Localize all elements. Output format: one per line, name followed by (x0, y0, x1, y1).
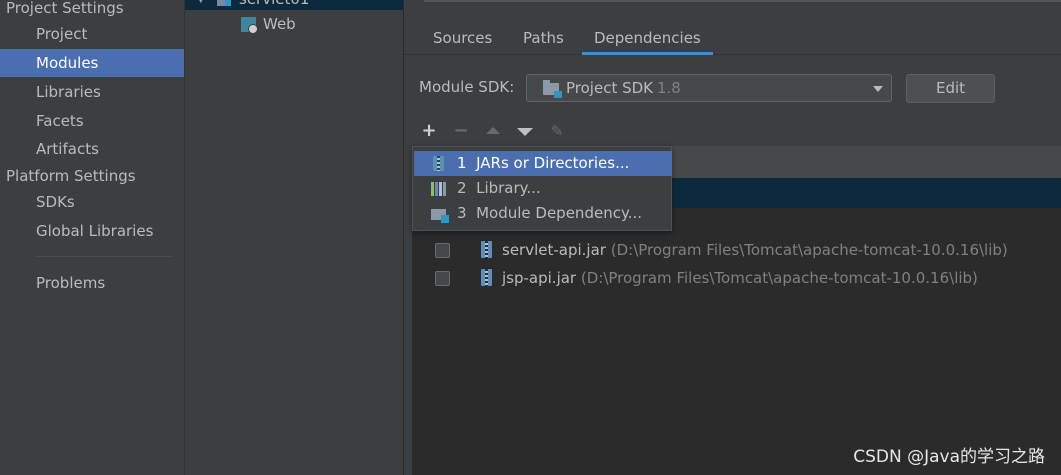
module-badge-icon (225, 0, 231, 6)
name-field-edge (424, 0, 1061, 2)
dependency-name: servlet-api.jar (502, 241, 606, 259)
module-icon (431, 209, 449, 223)
menu-item-number: 3 (457, 204, 467, 222)
jar-icon (481, 269, 492, 286)
menu-item-module-dependency[interactable]: 3 Module Dependency... (414, 201, 672, 226)
minus-icon[interactable]: − (450, 120, 472, 142)
section-platform-settings: Platform Settings (6, 167, 136, 185)
sidebar-divider (36, 256, 172, 257)
dependency-label: jsp-api.jar (D:\Program Files\Tomcat\apa… (502, 269, 978, 287)
tree-row-module[interactable]: ▼ servlet01 (185, 0, 403, 10)
sidebar-item-project[interactable]: Project (0, 20, 184, 48)
sdk-folder-icon (543, 80, 562, 98)
section-project-settings: Project Settings (6, 0, 124, 17)
dependency-path: (D:\Program Files\Tomcat\apache-tomcat-1… (580, 269, 978, 287)
add-dependency-menu: 1 JARs or Directories... 2 Library... 3 … (412, 146, 672, 231)
watermark: CSDN @Java的学习之路 (853, 447, 1045, 467)
module-tree: ▼ servlet01 Web (185, 0, 404, 475)
project-structure-window: Project Settings Project Modules Librari… (0, 0, 1061, 475)
dependencies-toolbar: + − ✎ (412, 118, 1057, 144)
sidebar-item-modules[interactable]: Modules (0, 49, 184, 77)
tree-module-label: servlet01 (239, 0, 309, 8)
dependency-label: servlet-api.jar (D:\Program Files\Tomcat… (502, 241, 1008, 259)
sdk-value-name: Project SDK (566, 79, 653, 97)
dependency-path: (D:\Program Files\Tomcat\apache-tomcat-1… (610, 241, 1008, 259)
arrow-up-icon[interactable] (482, 120, 504, 142)
plus-icon[interactable]: + (418, 120, 440, 142)
module-tabs: Sources Paths Dependencies (404, 22, 1061, 55)
module-content-panel: Sources Paths Dependencies Module SDK: P… (404, 0, 1061, 475)
sidebar-item-sdks[interactable]: SDKs (0, 188, 184, 216)
jar-icon (481, 241, 492, 258)
tree-web-label: Web (263, 15, 296, 33)
sidebar-item-global-libraries[interactable]: Global Libraries (0, 217, 184, 245)
jar-icon (433, 156, 444, 171)
tree-row-web[interactable]: Web (241, 14, 296, 34)
arrow-down-icon[interactable] (514, 120, 536, 142)
menu-item-number: 1 (457, 154, 467, 172)
sdk-value: Project SDK 1.8 (566, 79, 681, 97)
menu-item-jars-or-directories[interactable]: 1 JARs or Directories... (414, 151, 672, 176)
pencil-icon[interactable]: ✎ (546, 120, 568, 142)
sidebar-item-libraries[interactable]: Libraries (0, 78, 184, 106)
menu-item-library[interactable]: 2 Library... (414, 176, 672, 201)
tab-paths[interactable]: Paths (523, 22, 564, 54)
edit-sdk-button[interactable]: Edit (906, 74, 995, 103)
tab-sources[interactable]: Sources (433, 22, 492, 54)
export-checkbox[interactable] (435, 271, 450, 286)
module-sdk-select[interactable]: Project SDK 1.8 (526, 74, 892, 102)
web-facet-icon (241, 16, 258, 34)
sdk-value-version: 1.8 (657, 79, 681, 97)
expand-arrow-icon[interactable]: ▼ (197, 0, 205, 5)
menu-item-label: Module Dependency... (476, 204, 642, 222)
menu-item-label: JARs or Directories... (476, 154, 630, 172)
menu-item-label: Library... (476, 179, 541, 197)
sidebar-item-facets[interactable]: Facets (0, 107, 184, 135)
library-icon (431, 181, 446, 196)
settings-sidebar: Project Settings Project Modules Librari… (0, 0, 185, 475)
sidebar-item-problems[interactable]: Problems (0, 269, 184, 297)
chevron-down-icon[interactable] (873, 86, 883, 92)
dependency-name: jsp-api.jar (502, 269, 577, 287)
table-row[interactable]: servlet-api.jar (D:\Program Files\Tomcat… (412, 238, 1061, 266)
sidebar-item-artifacts[interactable]: Artifacts (0, 135, 184, 163)
tab-dependencies[interactable]: Dependencies (582, 22, 713, 55)
menu-item-number: 2 (457, 179, 467, 197)
export-checkbox[interactable] (435, 243, 450, 258)
module-sdk-label: Module SDK: (419, 78, 515, 96)
table-row[interactable]: jsp-api.jar (D:\Program Files\Tomcat\apa… (412, 266, 1061, 294)
